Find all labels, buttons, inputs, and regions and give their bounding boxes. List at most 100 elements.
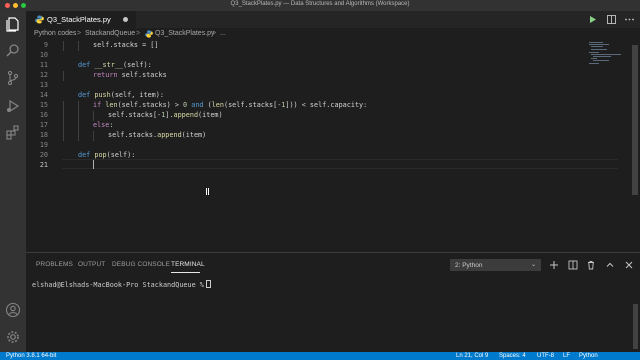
- indent-guide: [63, 101, 64, 141]
- breadcrumb-separator: >: [212, 30, 217, 37]
- minimap[interactable]: [586, 41, 628, 81]
- keyword-token: def: [78, 61, 91, 69]
- code-token: (self.stacks) >: [117, 101, 179, 109]
- minimap-line: [589, 52, 599, 53]
- indent-guide: [78, 41, 79, 51]
- more-icon[interactable]: [624, 14, 635, 25]
- python-interpreter-selector[interactable]: Python 3.8.1 64-bit: [6, 352, 56, 360]
- code-line-18[interactable]: self.stacks.append(item): [108, 131, 206, 139]
- add-terminal-icon[interactable]: [549, 260, 559, 270]
- breadcrumb-python-codes[interactable]: Python codes: [34, 30, 76, 37]
- account-icon[interactable]: [5, 302, 21, 318]
- tab-output[interactable]: OUTPUT: [78, 261, 105, 268]
- code-token: (self):: [106, 151, 136, 159]
- tab-terminal[interactable]: TERMINAL: [171, 261, 205, 268]
- line-number: 18: [39, 131, 48, 139]
- code-line-14[interactable]: def push(self, item):: [78, 91, 164, 99]
- maximize-panel-icon[interactable]: [605, 260, 615, 270]
- files-icon[interactable]: [5, 16, 21, 32]
- code-line-16[interactable]: self.stacks[-1].append(item): [108, 111, 223, 119]
- bottom-panel: PROBLEMS OUTPUT DEBUG CONSOLE TERMINAL 2…: [26, 252, 640, 352]
- code-line-12[interactable]: return self.stacks: [93, 71, 167, 79]
- terminal-scrollbar-thumb[interactable]: [633, 304, 638, 349]
- tab-q3-stackplates[interactable]: Q3_StackPlates.py: [26, 11, 136, 28]
- function-name-token: append: [157, 131, 182, 139]
- text-caret: [93, 160, 94, 169]
- indentation-setting[interactable]: Spaces: 4: [499, 352, 526, 360]
- code-token: (self, item):: [110, 91, 164, 99]
- line-number: 16: [39, 111, 48, 119]
- trash-icon[interactable]: [586, 260, 596, 270]
- editor-scrollbar[interactable]: [631, 41, 640, 195]
- keyword-token: def: [78, 91, 91, 99]
- code-token: (item): [181, 131, 207, 139]
- code-token: :: [109, 121, 114, 129]
- code-token: (self.stacks[: [223, 101, 278, 109]
- mouse-ibeam-cursor: [206, 188, 209, 195]
- keyword-token: and: [191, 101, 204, 109]
- search-icon[interactable]: [5, 42, 21, 58]
- tab-debug-console[interactable]: DEBUG CONSOLE: [112, 261, 170, 268]
- breadcrumb: Python codes > StackandQueue > Q3_StackP…: [26, 28, 640, 41]
- code-line-20[interactable]: def pop(self):: [78, 151, 135, 159]
- close-panel-icon[interactable]: [624, 260, 634, 270]
- window-title: Q3_StackPlates.py — Data Structures and …: [230, 1, 410, 7]
- eol-setting[interactable]: LF: [563, 352, 570, 360]
- minimap-line: [591, 49, 607, 50]
- line-number: 19: [39, 141, 48, 149]
- minimap-line: [591, 46, 603, 47]
- function-name-token: append: [173, 111, 199, 119]
- run-debug-icon[interactable]: [5, 98, 21, 114]
- split-terminal-icon[interactable]: [568, 260, 578, 270]
- tab-problems[interactable]: PROBLEMS: [36, 261, 73, 268]
- number-token: 0: [183, 101, 188, 109]
- chevron-down-icon: ⌄: [530, 262, 536, 268]
- code-token: (self):: [123, 61, 152, 69]
- encoding-setting[interactable]: UTF-8: [537, 352, 554, 360]
- code-editor[interactable]: 9 10 11 12 13 14 15 16 17 18 19 20 21 se…: [26, 41, 628, 172]
- indent-guide: [93, 131, 94, 141]
- line-number: 10: [39, 51, 48, 59]
- editor-tab-bar: Q3_StackPlates.py: [26, 11, 640, 28]
- breadcrumb-file[interactable]: Q3_StackPlates.py: [155, 30, 215, 37]
- code-token: ])) < self.capacity:: [285, 101, 368, 109]
- code-token: (item): [198, 111, 223, 119]
- code-line-11[interactable]: def __str__(self):: [78, 61, 152, 69]
- minimap-line: [589, 42, 603, 43]
- breadcrumb-more[interactable]: ...: [220, 30, 226, 37]
- python-file-icon: [145, 30, 153, 38]
- terminal-cursor: [205, 280, 211, 288]
- active-tab-underline: [171, 272, 200, 273]
- minimap-line: [589, 63, 599, 64]
- line-number: 9: [43, 41, 48, 49]
- breadcrumb-separator: >: [77, 30, 82, 37]
- split-editor-icon[interactable]: [606, 14, 617, 25]
- extensions-icon[interactable]: [5, 124, 21, 140]
- breadcrumb-separator: >: [136, 30, 141, 37]
- terminal-prompt: elshad@Elshads-MacBook-Pro StackandQueue…: [32, 281, 204, 289]
- tab-label: Q3_StackPlates.py: [47, 15, 111, 24]
- terminal-select[interactable]: 2: Python ⌄: [450, 259, 541, 271]
- line-number: 20: [39, 151, 48, 159]
- terminal-output[interactable]: elshad@Elshads-MacBook-Pro StackandQueue…: [32, 280, 211, 289]
- unsaved-dot-icon[interactable]: [123, 17, 128, 22]
- title-bar: Q3_StackPlates.py — Data Structures and …: [0, 0, 640, 11]
- indent-guide: [63, 41, 64, 51]
- scrollbar-thumb[interactable]: [632, 45, 638, 195]
- source-control-icon[interactable]: [5, 70, 21, 86]
- code-line-15[interactable]: if len(self.stacks) > 0 and (len(self.st…: [93, 101, 367, 109]
- cursor-position[interactable]: Ln 21, Col 9: [456, 352, 488, 360]
- breadcrumb-stackandqueue[interactable]: StackandQueue: [85, 30, 135, 37]
- settings-gear-icon[interactable]: [5, 329, 21, 345]
- indent-guide: [63, 71, 64, 81]
- keyword-token: else: [93, 121, 110, 129]
- code-token: self.stacks = []: [93, 41, 159, 49]
- code-line-17[interactable]: else:: [93, 121, 113, 129]
- run-icon[interactable]: [587, 14, 598, 25]
- code-token: self.stacks[: [108, 111, 158, 119]
- code-line-9[interactable]: self.stacks = []: [93, 41, 158, 49]
- keyword-token: def: [78, 151, 91, 159]
- language-mode[interactable]: Python: [579, 352, 598, 360]
- minimap-line: [593, 56, 611, 57]
- activity-bar: [0, 11, 26, 352]
